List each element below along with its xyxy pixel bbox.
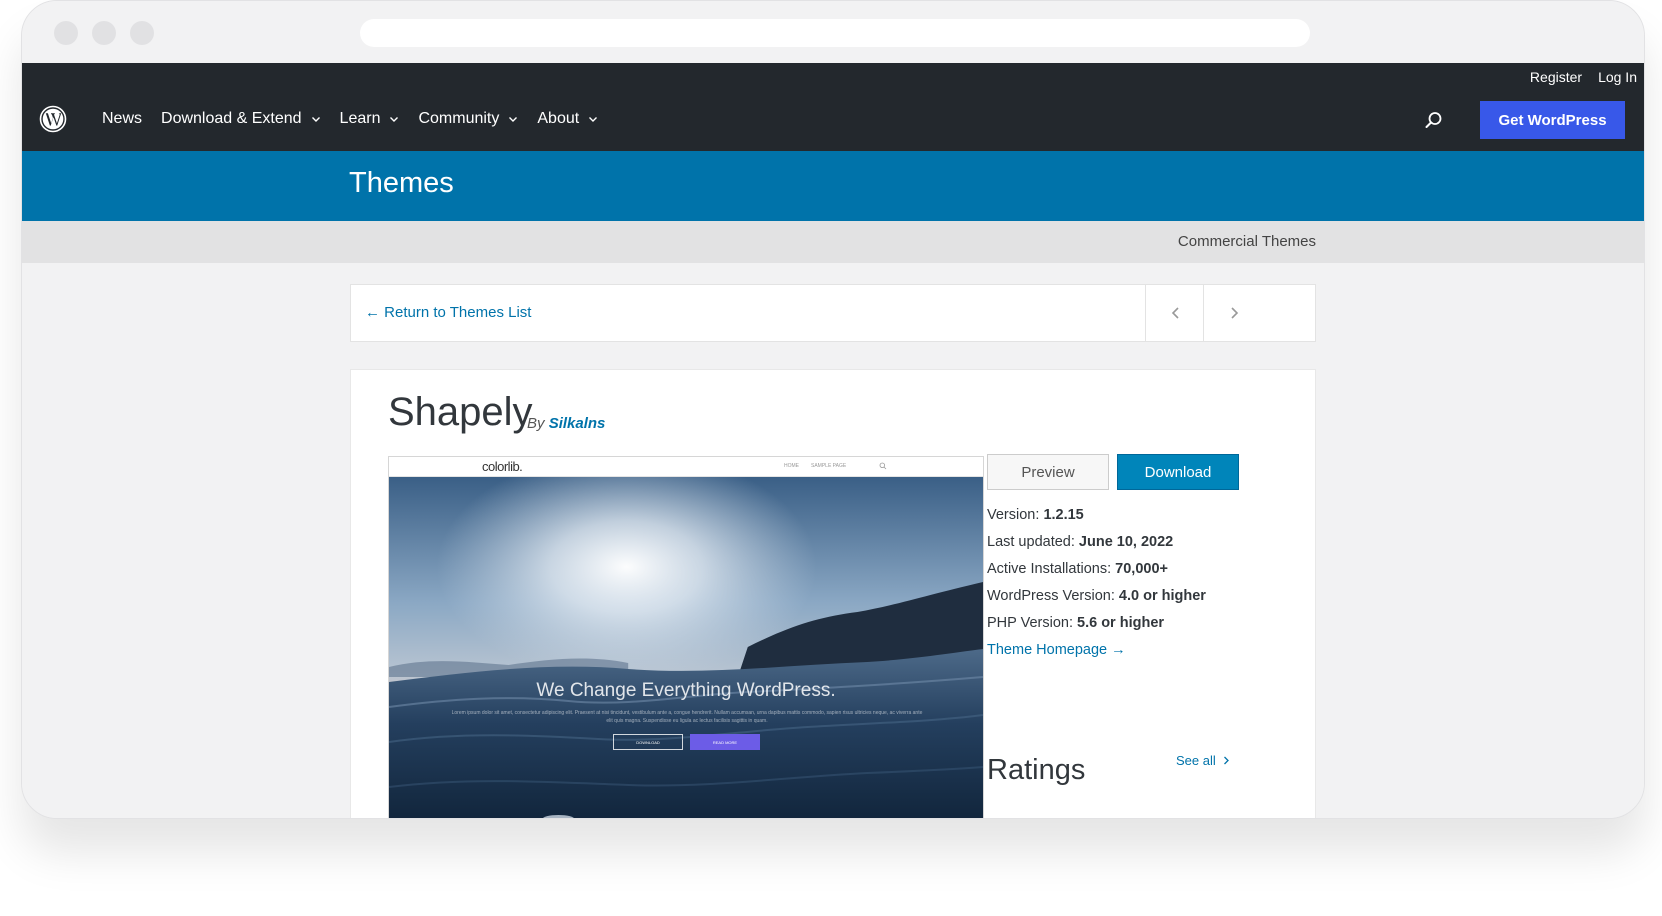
chevron-left-icon <box>1171 307 1179 319</box>
ratings-heading: Ratings <box>987 754 1086 786</box>
meta-label: Active Installations: <box>987 561 1112 577</box>
chevron-down-icon <box>589 117 598 122</box>
theme-author-line: By Silkalns <box>527 415 605 432</box>
next-theme-button[interactable] <box>1203 285 1263 341</box>
meta-label: WordPress Version: <box>987 588 1115 604</box>
nav-item-label: News <box>102 110 143 127</box>
search-icon[interactable] <box>1424 110 1444 130</box>
nav-item-learn[interactable]: Learn <box>340 110 400 128</box>
main-content: ← Return to Themes List Shapely By Silka… <box>22 263 1644 818</box>
chevron-down-icon <box>311 117 320 122</box>
nav-item-download-extend[interactable]: Download & Extend <box>161 110 321 128</box>
see-all-ratings-link[interactable]: See all <box>1176 753 1230 768</box>
screenshot-headline: We Change Everything WordPress. <box>536 680 836 701</box>
meta-value: 5.6 or higher <box>1077 615 1165 631</box>
preview-button[interactable]: Preview <box>987 454 1109 490</box>
meta-value: June 10, 2022 <box>1078 534 1174 550</box>
theme-name: Shapely <box>388 390 533 434</box>
nav-item-label: Download & Extend <box>161 110 302 127</box>
themes-banner: Themes <box>22 151 1644 221</box>
see-all-label: See all <box>1176 753 1216 768</box>
theme-screenshot: colorlib. HOME SAMPLE PAGE We Change Eve… <box>388 456 984 818</box>
nav-item-community[interactable]: Community <box>418 110 518 128</box>
screenshot-body-text: Lorem ipsum dolor sit amet, consectetur … <box>451 710 923 724</box>
meta-value: 4.0 or higher <box>1118 588 1206 604</box>
window-close-dot[interactable] <box>54 21 78 45</box>
ocean-hero-image <box>389 477 983 818</box>
download-button[interactable]: Download <box>1117 454 1239 490</box>
previous-theme-button[interactable] <box>1145 285 1205 341</box>
theme-navigation: ← Return to Themes List <box>350 284 1316 342</box>
meta-value: 70,000+ <box>1115 561 1168 577</box>
theme-meta-list: Version: 1.2.15 Last updated: June 10, 2… <box>987 505 1206 667</box>
themes-subnav: Commercial Themes <box>22 221 1644 263</box>
meta-version: Version: 1.2.15 <box>987 505 1206 532</box>
address-bar[interactable] <box>360 19 1310 47</box>
meta-php-version: PHP Version: 5.6 or higher <box>987 613 1206 640</box>
by-label: By <box>527 415 545 432</box>
get-wordpress-button[interactable]: Get WordPress <box>1480 101 1625 139</box>
theme-author-link[interactable]: Silkalns <box>549 415 606 432</box>
screenshot-logo: colorlib. <box>482 459 523 474</box>
return-to-themes-link[interactable]: ← Return to Themes List <box>365 304 531 321</box>
screenshot-menu-item: SAMPLE PAGE <box>811 463 847 469</box>
meta-label: Last updated: <box>987 534 1075 550</box>
theme-homepage-row: Theme Homepage → <box>987 640 1206 667</box>
nav-item-label: About <box>537 110 580 127</box>
screenshot-download-button: DOWNLOAD <box>613 734 683 750</box>
login-link[interactable]: Log In <box>1598 69 1637 85</box>
screenshot-menu-item: HOME <box>784 463 799 469</box>
chevron-down-icon <box>509 117 518 122</box>
page: Register Log In News Download & Extend L… <box>0 0 1662 916</box>
screenshot-site-header: colorlib. HOME SAMPLE PAGE <box>389 457 983 477</box>
meta-last-updated: Last updated: June 10, 2022 <box>987 532 1206 559</box>
window-minimize-dot[interactable] <box>92 21 116 45</box>
meta-label: PHP Version: <box>987 615 1073 631</box>
account-links: Register Log In <box>1530 63 1637 91</box>
theme-details-card: Shapely By Silkalns colorlib. HOME SAMPL… <box>350 369 1316 818</box>
chevron-right-icon <box>1224 756 1230 765</box>
nav-item-label: Learn <box>339 110 381 127</box>
wordpress-header: Register Log In News Download & Extend L… <box>22 63 1644 151</box>
screenshot-read-more-button: READ MORE <box>690 734 760 750</box>
meta-value: 1.2.15 <box>1043 507 1084 523</box>
chevron-right-icon <box>1230 307 1238 319</box>
theme-homepage-link[interactable]: Theme Homepage → <box>987 642 1126 658</box>
nav-item-about[interactable]: About <box>537 110 598 128</box>
commercial-themes-link[interactable]: Commercial Themes <box>1178 233 1316 250</box>
window-maximize-dot[interactable] <box>130 21 154 45</box>
screenshot-search-icon <box>879 462 887 470</box>
meta-label: Version: <box>987 507 1040 523</box>
page-title: Themes <box>349 167 454 199</box>
nav-item-news[interactable]: News <box>102 110 142 128</box>
register-link[interactable]: Register <box>1530 69 1582 85</box>
wordpress-logo-icon[interactable] <box>39 105 67 133</box>
meta-active-installations: Active Installations: 70,000+ <box>987 559 1206 586</box>
meta-wordpress-version: WordPress Version: 4.0 or higher <box>987 586 1206 613</box>
main-nav: News Download & Extend Learn Community A… <box>102 105 617 133</box>
chevron-down-icon <box>390 117 399 122</box>
nav-item-label: Community <box>418 110 500 127</box>
browser-window: Register Log In News Download & Extend L… <box>21 0 1645 819</box>
browser-titlebar <box>22 1 1644 63</box>
